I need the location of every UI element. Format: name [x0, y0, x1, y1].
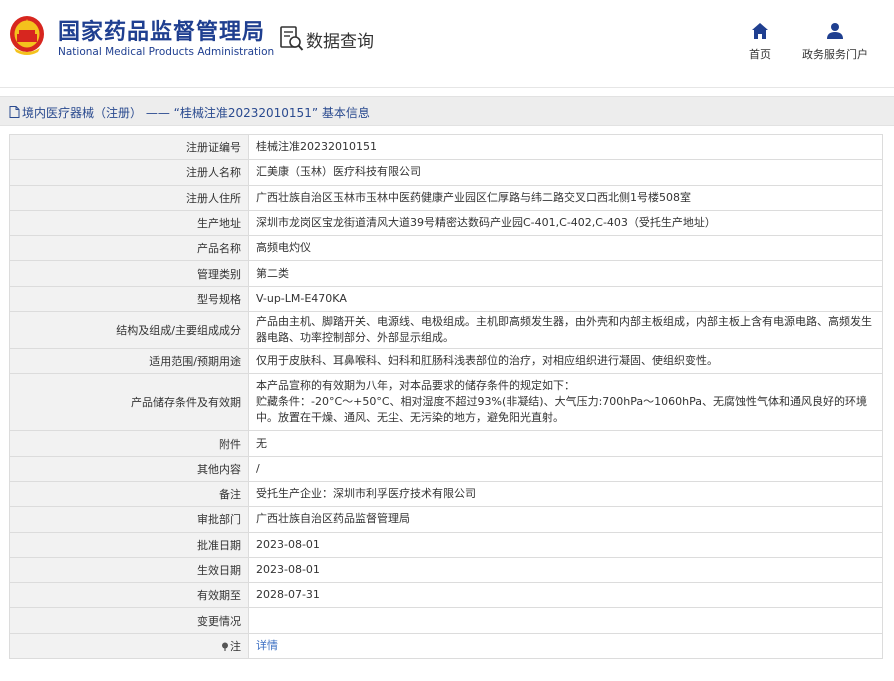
field-value: 深圳市龙岗区宝龙街道清风大道39号精密达数码产业园C-401,C-402,C-4…	[248, 209, 883, 237]
field-value: 广西壮族自治区药品监督管理局	[248, 506, 883, 533]
field-label: 适用范围/预期用途	[9, 348, 249, 375]
table-row: 批准日期 2023-08-01	[9, 531, 883, 558]
table-row: 变更情况	[9, 607, 883, 634]
field-value: 受托生产企业：深圳市利孚医疗技术有限公司	[248, 480, 883, 508]
field-label: 产品储存条件及有效期	[9, 373, 249, 432]
field-value: 仅用于皮肤科、耳鼻喉科、妇科和肛肠科浅表部位的治疗，对相应组织进行凝固、使组织变…	[248, 348, 883, 375]
breadcrumb-text: 境内医疗器械（注册） —— “桂械注准20232010151” 基本信息	[22, 106, 370, 120]
field-value: 2023-08-01	[248, 556, 883, 584]
table-row: 注册人名称 汇美康（玉林）医疗科技有限公司	[9, 159, 883, 186]
nav-home-label: 首页	[749, 48, 771, 61]
field-value: 产品由主机、脚踏开关、电源线、电极组成。主机即高频发生器，由外壳和内部主板组成，…	[248, 311, 883, 350]
nav-service-portal-label: 政务服务门户	[802, 48, 868, 61]
data-query-icon	[280, 26, 304, 51]
table-row: 结构及组成/主要组成成分 产品由主机、脚踏开关、电源线、电极组成。主机即高频发生…	[9, 311, 883, 350]
field-label: 附件	[9, 430, 249, 457]
field-value: 桂械注准20232010151	[248, 133, 883, 161]
table-row: 生产地址 深圳市龙岗区宝龙街道清风大道39号精密达数码产业园C-401,C-40…	[9, 209, 883, 237]
field-label: 结构及组成/主要组成成分	[9, 311, 249, 350]
field-label: 注册人住所	[9, 184, 249, 211]
note-label-text: 注	[230, 639, 241, 653]
field-label: 审批部门	[9, 506, 249, 533]
registration-detail-table: 注册证编号 桂械注准20232010151 注册人名称 汇美康（玉林）医疗科技有…	[9, 133, 883, 660]
table-row: 产品储存条件及有效期 本产品宣称的有效期为八年，对本品要求的储存条件的规定如下：…	[9, 373, 883, 432]
note-value: 详情	[248, 632, 883, 660]
table-row: 有效期至 2028-07-31	[9, 582, 883, 609]
user-icon	[827, 23, 843, 39]
table-row: 型号规格 V-up-LM-E470KA	[9, 285, 883, 313]
field-value: 高频电灼仪	[248, 235, 883, 262]
table-row: 附件 无	[9, 430, 883, 457]
field-label: 型号规格	[9, 285, 249, 313]
field-value: 2023-08-01	[248, 531, 883, 558]
field-label: 产品名称	[9, 235, 249, 262]
table-row: 注 详情	[9, 632, 883, 660]
site-title-en: National Medical Products Administration	[58, 46, 275, 58]
field-label: 有效期至	[9, 582, 249, 609]
field-value: /	[248, 455, 883, 482]
field-label: 生效日期	[9, 556, 249, 584]
field-label: 变更情况	[9, 607, 249, 634]
field-label: 备注	[9, 480, 249, 508]
site-header: 国家药品监督管理局 National Medical Products Admi…	[0, 0, 894, 88]
field-value: 第二类	[248, 260, 883, 287]
table-row: 注册证编号 桂械注准20232010151	[9, 133, 883, 161]
table-row: 适用范围/预期用途 仅用于皮肤科、耳鼻喉科、妇科和肛肠科浅表部位的治疗，对相应组…	[9, 348, 883, 375]
table-row: 其他内容 /	[9, 455, 883, 482]
field-value: V-up-LM-E470KA	[248, 285, 883, 313]
pin-icon	[222, 642, 228, 651]
site-title-cn: 国家药品监督管理局	[58, 20, 266, 45]
field-label: 生产地址	[9, 209, 249, 237]
table-row: 审批部门 广西壮族自治区药品监督管理局	[9, 506, 883, 533]
field-label: 注册人名称	[9, 159, 249, 186]
table-row: 生效日期 2023-08-01	[9, 556, 883, 584]
table-row: 注册人住所 广西壮族自治区玉林市玉林中医药健康产业园区仁厚路与纬二路交叉口西北侧…	[9, 184, 883, 211]
table-row: 备注 受托生产企业：深圳市利孚医疗技术有限公司	[9, 480, 883, 508]
field-label: 管理类别	[9, 260, 249, 287]
field-value: 无	[248, 430, 883, 457]
table-row: 产品名称 高频电灼仪	[9, 235, 883, 262]
details-link[interactable]: 详情	[256, 639, 278, 652]
field-value	[248, 607, 883, 634]
field-label: 注册证编号	[9, 133, 249, 161]
nav-home-link[interactable]: 首页	[720, 22, 800, 62]
breadcrumb: 境内医疗器械（注册） —— “桂械注准20232010151” 基本信息	[0, 96, 894, 126]
field-value: 汇美康（玉林）医疗科技有限公司	[248, 159, 883, 186]
national-emblem-icon	[10, 16, 44, 55]
document-icon	[9, 106, 20, 118]
field-value: 2028-07-31	[248, 582, 883, 609]
table-row: 管理类别 第二类	[9, 260, 883, 287]
field-value: 广西壮族自治区玉林市玉林中医药健康产业园区仁厚路与纬二路交叉口西北侧1号楼508…	[248, 184, 883, 211]
field-value: 本产品宣称的有效期为八年，对本品要求的储存条件的规定如下： 贮藏条件：-20°C…	[248, 373, 883, 432]
field-label: 批准日期	[9, 531, 249, 558]
field-label: 其他内容	[9, 455, 249, 482]
nav-service-portal-link[interactable]: 政务服务门户	[795, 22, 875, 62]
note-label: 注	[9, 632, 249, 660]
data-query-title: 数据查询	[306, 32, 374, 52]
home-icon	[752, 23, 768, 39]
